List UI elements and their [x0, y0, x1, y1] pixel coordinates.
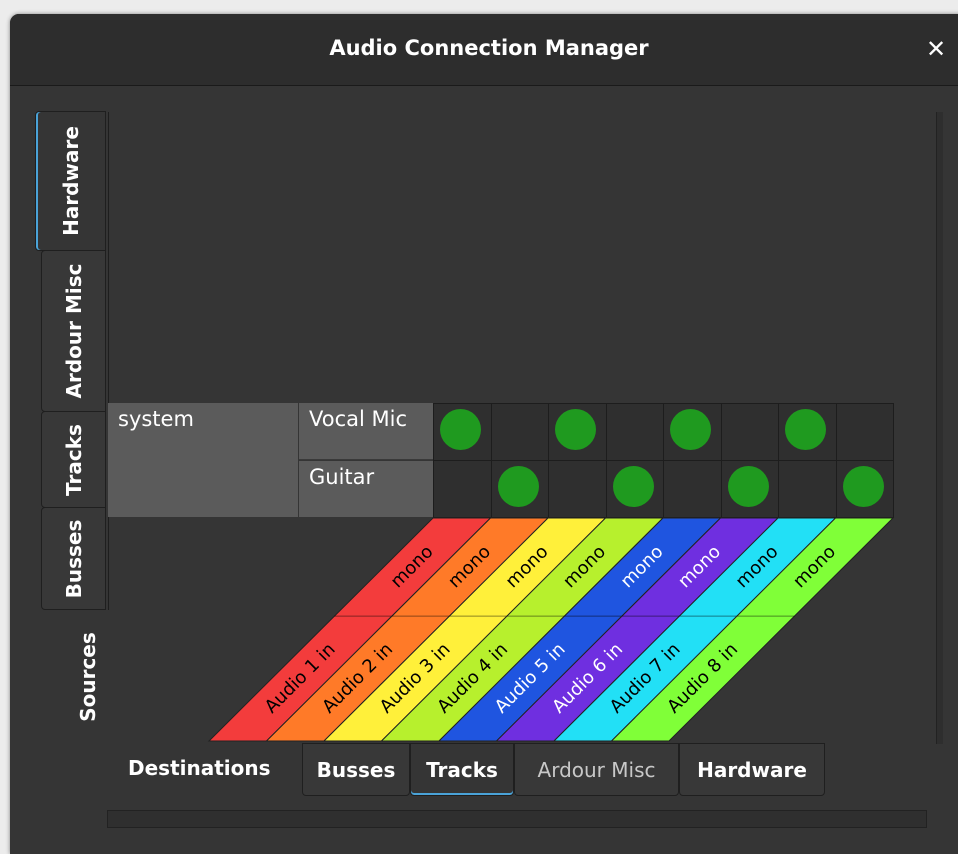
tab-label: Ardour Misc [537, 758, 656, 782]
destination-labels: monoAudio 1 inmonoAudio 2 inmonoAudio 3 … [207, 517, 895, 742]
tab-label: Hardware [697, 758, 807, 782]
tab-dest-busses[interactable]: Busses [302, 743, 410, 796]
tab-dest-tracks[interactable]: Tracks [410, 743, 514, 796]
destinations-label: Destinations [128, 756, 271, 780]
tab-dest-hardware[interactable]: Hardware [679, 743, 825, 796]
connection-manager-window: Audio Connection Manager ✕ Hardware Ardo… [10, 14, 958, 854]
tab-label: Busses [316, 758, 396, 782]
tab-dest-ardour-misc[interactable]: Ardour Misc [514, 743, 679, 796]
horizontal-scrollbar[interactable] [107, 810, 927, 828]
vertical-scrollbar[interactable] [936, 112, 943, 744]
tab-label: Tracks [426, 758, 498, 782]
